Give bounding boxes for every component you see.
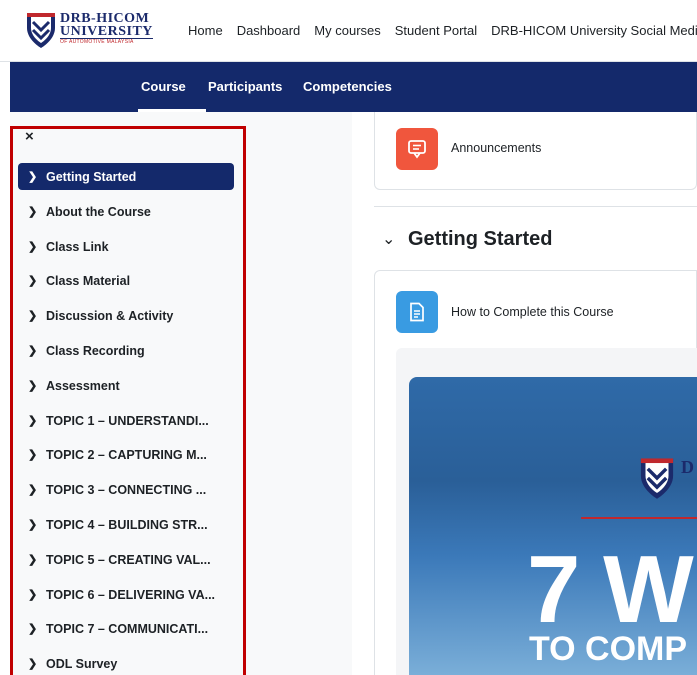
nav-social-media-menu[interactable]: DRB-HICOM University Social Media▾: [491, 23, 697, 38]
section-collapse-chevron-icon[interactable]: ⌄: [382, 229, 395, 249]
nav-dashboard[interactable]: Dashboard: [237, 23, 301, 38]
chevron-right-icon[interactable]: ❯: [28, 657, 44, 670]
chevron-right-icon[interactable]: ❯: [28, 170, 44, 183]
nav-student-portal[interactable]: Student Portal: [395, 23, 477, 38]
course-index-item[interactable]: ❯ Discussion & Activity: [18, 302, 234, 329]
chevron-right-icon[interactable]: ❯: [28, 205, 44, 218]
chevron-right-icon[interactable]: ❯: [28, 448, 44, 461]
course-index-item[interactable]: ❯ TOPIC 7 – COMMUNICATI...: [18, 615, 234, 642]
course-secondary-navbar: Course Participants Competencies: [10, 62, 697, 112]
chevron-right-icon[interactable]: ❯: [28, 553, 44, 566]
course-index-item-label: TOPIC 1 – UNDERSTANDI...: [46, 413, 209, 428]
course-index-item[interactable]: ❯ About the Course: [18, 198, 234, 225]
course-index-item-label: About the Course: [46, 204, 151, 219]
course-index-item[interactable]: ❯ Class Link: [18, 233, 234, 260]
banner-logo-text: D: [681, 457, 694, 477]
university-logo[interactable]: DRB-HICOM UNIVERSITY OF AUTOMOTIVE MALAY…: [24, 10, 164, 52]
course-index-item-label: Class Link: [46, 239, 109, 254]
course-index-item[interactable]: ❯ Class Material: [18, 267, 234, 294]
tab-competencies[interactable]: Competencies: [303, 79, 392, 94]
chevron-right-icon[interactable]: ❯: [28, 240, 44, 253]
chevron-right-icon[interactable]: ❯: [28, 622, 44, 635]
speech-bubble-icon: [408, 140, 426, 159]
course-index-item[interactable]: ❯ Class Recording: [18, 337, 234, 364]
tab-course[interactable]: Course: [141, 79, 186, 94]
primary-navigation: Home Dashboard My courses Student Portal…: [188, 23, 697, 38]
course-banner-image: D 7 W TO COMP: [409, 377, 697, 675]
course-index-item[interactable]: ❯ TOPIC 5 – CREATING VAL...: [18, 546, 234, 573]
course-index-item[interactable]: ❯ ODL Survey: [18, 650, 234, 675]
course-index-item-label: Getting Started: [46, 169, 137, 184]
course-index-item[interactable]: ❯ TOPIC 1 – UNDERSTANDI...: [18, 407, 234, 434]
course-index-item[interactable]: ❯ TOPIC 2 – CAPTURING M...: [18, 441, 234, 468]
banner-subline: TO COMP: [529, 630, 688, 668]
chevron-right-icon[interactable]: ❯: [28, 379, 44, 392]
chevron-right-icon[interactable]: ❯: [28, 588, 44, 601]
section-divider: [374, 206, 697, 207]
course-index-item[interactable]: ❯ Assessment: [18, 372, 234, 399]
top-navbar: DRB-HICOM UNIVERSITY OF AUTOMOTIVE MALAY…: [0, 0, 697, 62]
banner-red-rule: [581, 517, 697, 519]
page-activity-icon[interactable]: [396, 291, 438, 333]
chevron-right-icon[interactable]: ❯: [28, 414, 44, 427]
forum-activity-icon[interactable]: [396, 128, 438, 170]
course-index-item-label: Class Material: [46, 273, 131, 288]
how-to-complete-link[interactable]: How to Complete this Course: [451, 305, 614, 319]
chevron-right-icon[interactable]: ❯: [28, 344, 44, 357]
course-index-item-label: TOPIC 2 – CAPTURING M...: [46, 447, 207, 462]
course-index-item-label: TOPIC 5 – CREATING VAL...: [46, 552, 211, 567]
close-drawer-icon[interactable]: ×: [25, 128, 34, 145]
chevron-right-icon[interactable]: ❯: [28, 483, 44, 496]
course-index-item[interactable]: ❯ TOPIC 6 – DELIVERING VA...: [18, 581, 234, 608]
chevron-right-icon[interactable]: ❯: [28, 309, 44, 322]
banner-headline: 7 W: [527, 536, 694, 643]
course-index-item-label: TOPIC 7 – COMMUNICATI...: [46, 621, 209, 636]
course-index-item-label: Discussion & Activity: [46, 308, 174, 323]
nav-social-media-label: DRB-HICOM University Social Media: [491, 23, 697, 38]
nav-my-courses[interactable]: My courses: [314, 23, 380, 38]
document-icon: [410, 302, 424, 322]
course-index-item-label: Assessment: [46, 378, 120, 393]
nav-home[interactable]: Home: [188, 23, 223, 38]
course-index-item-label: TOPIC 3 – CONNECTING ...: [46, 482, 207, 497]
course-index-item[interactable]: ❯ Getting Started: [18, 163, 234, 190]
chevron-right-icon[interactable]: ❯: [28, 518, 44, 531]
course-index-item-label: TOPIC 4 – BUILDING STR...: [46, 517, 208, 532]
banner-crest-icon: [640, 458, 674, 499]
course-index-item[interactable]: ❯ TOPIC 3 – CONNECTING ...: [18, 476, 234, 503]
course-index-item-label: ODL Survey: [46, 656, 118, 671]
course-index-item-label: TOPIC 6 – DELIVERING VA...: [46, 587, 216, 602]
chevron-right-icon[interactable]: ❯: [28, 274, 44, 287]
logo-line-2: UNIVERSITY: [60, 24, 153, 39]
announcements-link[interactable]: Announcements: [451, 141, 541, 155]
tab-participants[interactable]: Participants: [208, 79, 282, 94]
logo-wordmark: DRB-HICOM UNIVERSITY OF AUTOMOTIVE MALAY…: [60, 12, 153, 46]
section-title-getting-started: Getting Started: [408, 228, 553, 250]
course-index-item[interactable]: ❯ TOPIC 4 – BUILDING STR...: [18, 511, 234, 538]
crest-icon: [27, 13, 55, 48]
course-index-item-label: Class Recording: [46, 343, 145, 358]
logo-line-3: OF AUTOMOTIVE MALAYSIA: [60, 39, 134, 45]
